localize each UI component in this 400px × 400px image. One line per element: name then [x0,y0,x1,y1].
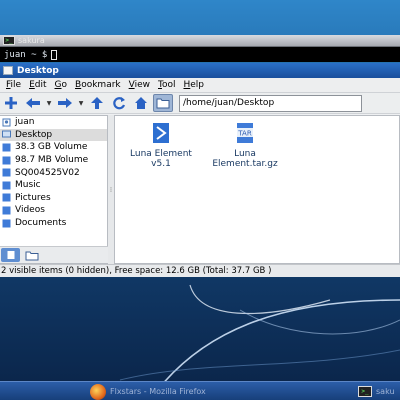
sidebar-item-desktop[interactable]: Desktop [0,128,107,142]
sidebar-item-label: Music [15,180,41,191]
svg-text:TAR: TAR [237,130,252,138]
places-sidebar: juan Desktop 38.3 GB Volume 98.7 MB Volu… [0,115,108,264]
taskbar-item-label: saku [376,387,395,396]
menubar: File Edit Go Bookmark View Tool Help [0,78,400,93]
menu-go[interactable]: Go [51,80,72,90]
folder-icon [25,251,38,260]
menu-edit[interactable]: Edit [25,80,50,90]
firefox-icon [90,383,106,400]
sidebar-item-videos[interactable]: Videos [0,204,107,217]
home-icon [135,97,147,109]
sidebar-item-label: Videos [15,205,45,216]
desktop-icon [2,130,11,138]
app-icon [153,123,169,143]
window-titlebar[interactable]: Desktop [0,63,400,78]
sidebar-item-pictures[interactable]: Pictures [0,192,107,205]
file-item[interactable]: Luna Element v5.1 [121,122,201,169]
taskbar-item-firefox[interactable]: Flxstars - Mozilla Firefox [90,383,206,400]
directory-tree-tab[interactable] [22,248,41,262]
sidebar-item-label: 98.7 MB Volume [15,155,89,166]
sidebar-item-label: juan [15,117,35,128]
menu-file[interactable]: File [2,80,25,90]
reload-icon [113,97,126,110]
sidebar-item-documents[interactable]: Documents [0,217,107,230]
up-icon [91,97,103,109]
sidebar-item-label: Desktop [15,129,53,140]
terminal-icon: >_ [3,36,15,45]
sidebar-item-label: Pictures [15,192,51,203]
sidebar-item-juan[interactable]: juan [0,116,107,129]
drive-icon [2,156,11,165]
terminal-prompt: juan ~ $ [4,49,48,60]
forward-icon [58,98,72,108]
terminal-titlebar[interactable]: >_ sakura [0,35,400,47]
file-manager-window[interactable]: Desktop File Edit Go Bookmark View Tool … [0,63,400,277]
dropdown-icon: ▼ [46,99,52,107]
menu-help[interactable]: Help [179,80,208,90]
menu-bookmark[interactable]: Bookmark [71,80,125,90]
menu-tool[interactable]: Tool [154,80,179,90]
drive-icon [2,168,11,177]
sidebar-item-music[interactable]: Music [0,179,107,192]
user-home-icon [2,118,11,127]
file-name-line2: Element.tar.gz [212,159,278,169]
terminal-body[interactable]: juan ~ $ [0,47,400,62]
reload-button[interactable] [109,94,129,112]
terminal-cursor [51,49,58,60]
sidebar-item-label: Documents [15,218,67,229]
videos-folder-icon [2,206,11,215]
back-button[interactable] [23,94,43,112]
music-folder-icon [2,181,11,190]
status-bar: 2 visible items (0 hidden), Free space: … [0,264,400,277]
up-button[interactable] [87,94,107,112]
sidebar-item-sq004525v02[interactable]: SQ004525V02 [0,166,107,179]
taskbar-item-terminal[interactable]: >_ saku [358,383,395,400]
taskbar-item-label: Flxstars - Mozilla Firefox [110,387,206,396]
content-area: juan Desktop 38.3 GB Volume 98.7 MB Volu… [0,115,400,264]
status-text: 2 visible items (0 hidden), Free space: … [1,266,272,276]
tar-archive-icon: TAR [237,123,253,143]
toolbar: ▼ ▼ /home/juan/Desktop [0,93,400,114]
sidebar-mode-tabs [0,246,108,263]
dropdown-icon: ▼ [78,99,84,107]
file-name-line1: Luna Element [130,149,192,159]
sidebar-item-label: SQ004525V02 [15,167,80,178]
places-icon [7,251,14,259]
window-icon [3,66,13,75]
documents-folder-icon [2,219,11,228]
file-view[interactable]: Luna Element v5.1 TAR Luna Element.tar.g… [114,115,400,264]
terminal-icon: >_ [358,386,372,397]
file-name-line1: Luna [234,149,256,159]
location-toggle-button[interactable] [153,94,173,112]
file-name-line2: v5.1 [151,159,171,169]
taskbar: Flxstars - Mozilla Firefox >_ saku [0,381,400,400]
pictures-folder-icon [2,193,11,202]
back-icon [26,98,40,108]
back-history-dropdown[interactable]: ▼ [45,100,53,107]
sidebar-item-volume-98[interactable]: 98.7 MB Volume [0,154,107,167]
terminal-window[interactable]: >_ sakura juan ~ $ [0,35,400,62]
sidebar-item-volume-38[interactable]: 38.3 GB Volume [0,141,107,154]
new-tab-icon [5,97,17,109]
drive-icon [2,143,11,152]
sidebar-item-label: 38.3 GB Volume [15,142,88,153]
window-title: Desktop [17,65,59,76]
folder-icon [156,98,170,109]
menu-view[interactable]: View [125,80,154,90]
file-item[interactable]: TAR Luna Element.tar.gz [205,122,285,169]
forward-button[interactable] [55,94,75,112]
forward-history-dropdown[interactable]: ▼ [77,100,85,107]
new-tab-button[interactable] [1,94,21,112]
path-input[interactable]: /home/juan/Desktop [179,94,362,112]
places-tab[interactable] [1,248,20,262]
home-button[interactable] [131,94,151,112]
terminal-title: sakura [18,36,45,45]
